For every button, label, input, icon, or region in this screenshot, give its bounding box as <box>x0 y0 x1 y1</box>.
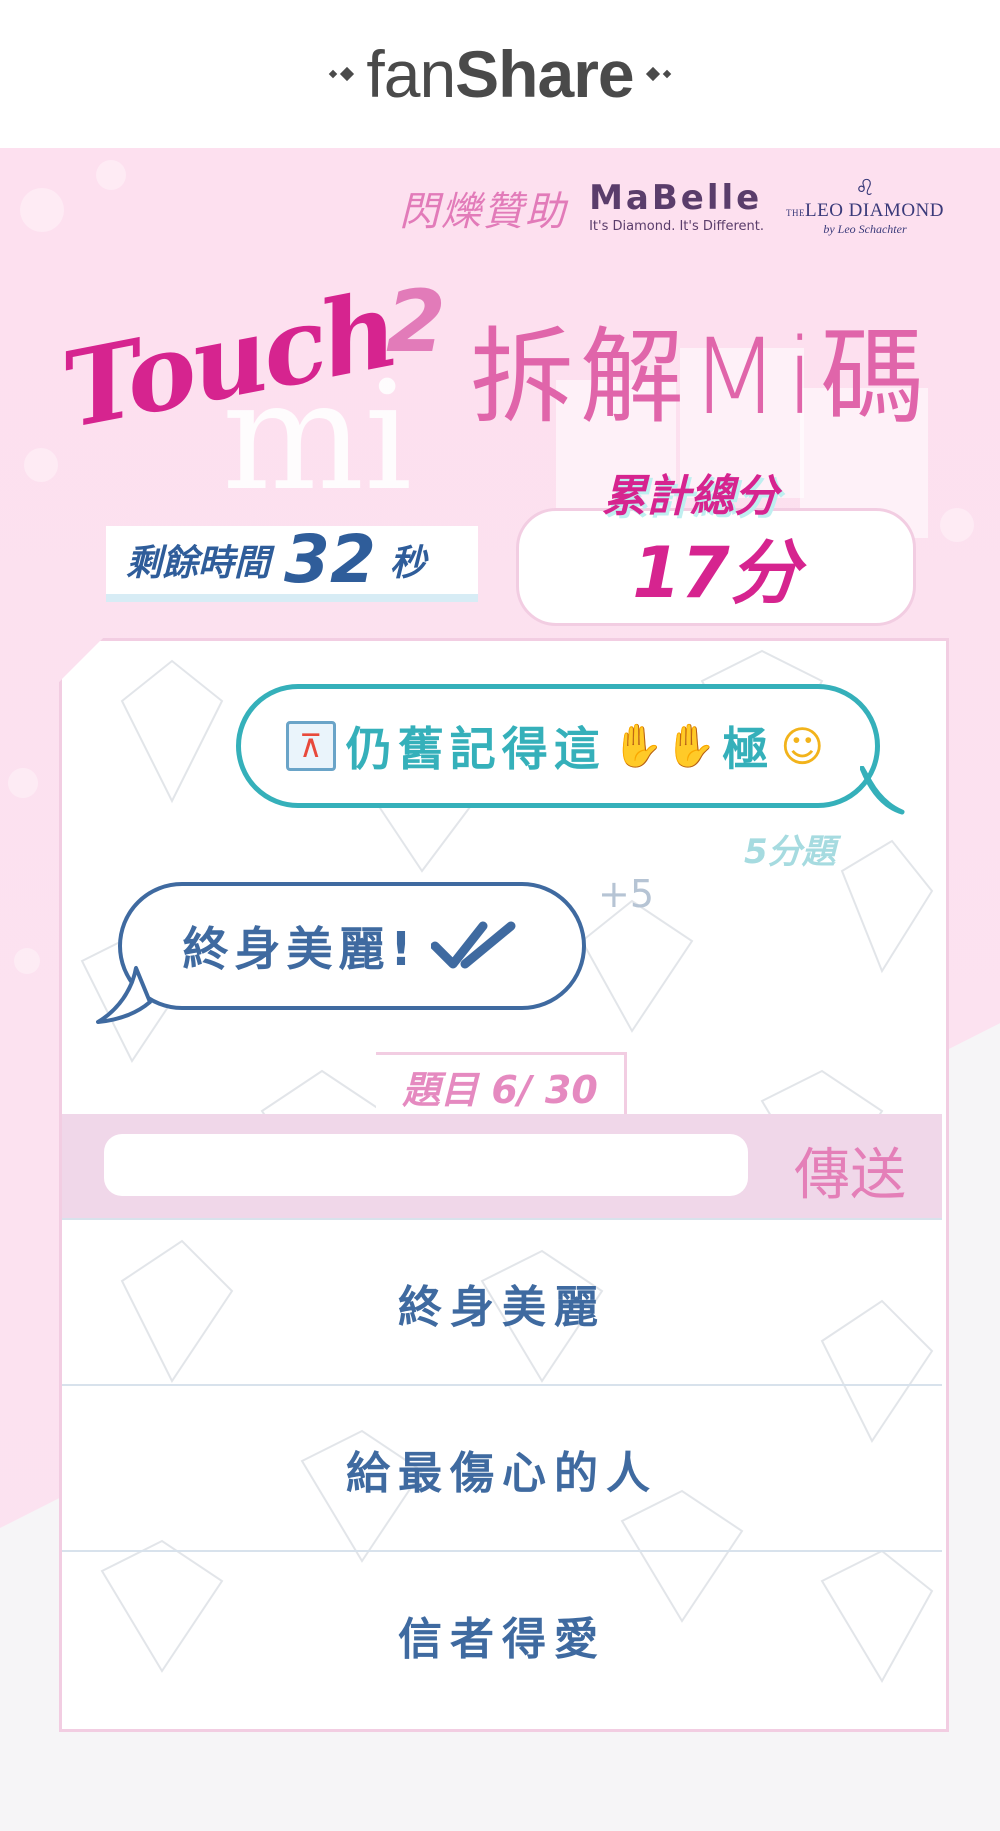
score-value: 17分 <box>632 531 800 614</box>
question-progress: 題目 6/ 30 <box>376 1052 627 1117</box>
send-button[interactable]: 傳送 <box>782 1130 918 1208</box>
question-bubble-tail <box>860 766 905 815</box>
choice-option-2[interactable]: 給最傷心的人 <box>62 1384 942 1552</box>
answer-input-bar: 傳送 <box>62 1114 942 1218</box>
open-hands-icon: ✋✋ <box>611 721 717 770</box>
choice-label: 終身美麗 <box>398 1282 606 1333</box>
answer-bubble-tail <box>96 966 152 1024</box>
answer-text: 終身美麗! <box>182 922 418 976</box>
leo-diamond-logo: ♌ THELEO DIAMOND by Leo Schachter <box>785 176 944 237</box>
score-label: 累計總分 <box>602 471 778 522</box>
app-header: fanShare <box>0 0 1000 148</box>
logo-diamonds-left <box>329 66 355 82</box>
question-text-3: 極 <box>722 722 775 776</box>
answer-input[interactable] <box>104 1134 748 1196</box>
logo-share: Share <box>455 37 634 111</box>
tokyo-tower-icon: ⊼ <box>285 721 336 771</box>
question-text-2: 這 <box>553 722 606 776</box>
question-text-1: 仍舊記得 <box>345 722 554 776</box>
sponsor-bar: 閃爍贊助 MaBelle It's Diamond. It's Differen… <box>399 178 944 237</box>
timer-value: 32 <box>284 521 376 598</box>
choice-label: 信者得愛 <box>398 1614 606 1665</box>
timer-label: 剩餘時間 <box>126 543 271 584</box>
logo-fan: fan <box>366 37 456 111</box>
lion-icon: ♌ <box>855 176 875 201</box>
fanshare-logo: fanShare <box>329 36 671 112</box>
score-box: 17分 <box>516 508 916 626</box>
smiling-face-icon: ☺ <box>780 721 825 771</box>
points-label: 5分題 <box>744 832 836 872</box>
game-stage: 閃爍贊助 MaBelle It's Diamond. It's Differen… <box>0 148 1000 1831</box>
double-check-icon <box>431 921 516 969</box>
banner-title: 拆解Mi碼 <box>470 316 931 438</box>
choice-option-3[interactable]: 信者得愛 <box>62 1550 942 1718</box>
mabelle-logo: MaBelle It's Diamond. It's Different. <box>589 178 764 234</box>
timer-unit: 秒 <box>389 543 426 584</box>
banner-mi: mi <box>222 350 413 524</box>
choice-option-1[interactable]: 終身美麗 <box>62 1218 942 1386</box>
question-bubble: ⊼ 仍舊記得 這 ✋✋ 極 ☺ <box>236 684 880 808</box>
logo-diamonds-right <box>645 66 671 82</box>
answer-bubble: 終身美麗! <box>118 882 586 1010</box>
sponsor-label: 閃爍贊助 <box>399 188 568 235</box>
bonus-points: +5 <box>598 872 655 916</box>
timer-box: 剩餘時間 32 秒 <box>106 526 478 602</box>
banner-two: 2 <box>386 272 446 372</box>
question-progress-label: 題目 6/ 30 <box>402 1067 598 1112</box>
choice-label: 給最傷心的人 <box>346 1448 658 1499</box>
